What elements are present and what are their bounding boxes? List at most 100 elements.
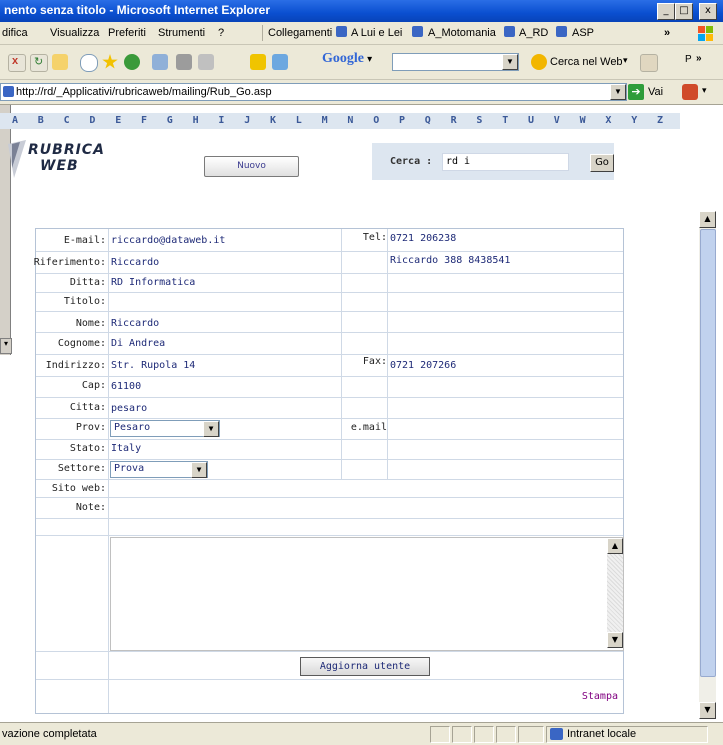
search-input[interactable]: rd i bbox=[442, 153, 569, 171]
links-label[interactable]: Collegamenti bbox=[268, 27, 332, 39]
google-toolbar-button[interactable]: Google ▾ bbox=[322, 51, 392, 71]
fax-value[interactable]: 0721 207266 bbox=[390, 360, 456, 371]
tel-value[interactable]: 0721 206238 bbox=[390, 233, 456, 244]
links-chevron-icon[interactable]: » bbox=[664, 27, 670, 39]
prov-select-value: Pesaro bbox=[114, 422, 151, 433]
riferimento-value[interactable]: Riccardo bbox=[111, 257, 159, 268]
scroll-down-icon[interactable]: ▼ bbox=[607, 632, 623, 648]
letter-link-r[interactable]: R bbox=[451, 115, 457, 126]
notes-textarea[interactable]: ▲ ▼ bbox=[110, 537, 624, 651]
letter-link-y[interactable]: Y bbox=[631, 115, 637, 126]
letter-link-j[interactable]: J bbox=[244, 115, 250, 126]
scroll-up-icon[interactable]: ▲ bbox=[699, 211, 716, 228]
link-a-lui-e-lei[interactable]: A Lui e Lei bbox=[351, 27, 402, 39]
page-scrollbar[interactable]: ▲ ▼ bbox=[699, 211, 716, 719]
sito-web-label: Sito web: bbox=[51, 483, 106, 494]
citta-value[interactable]: pesaro bbox=[111, 403, 147, 414]
letter-link-m[interactable]: M bbox=[322, 115, 328, 126]
extra-toolbar-label[interactable]: P bbox=[685, 54, 692, 65]
window-title-bar[interactable]: nento senza titolo - Microsoft Internet … bbox=[0, 0, 723, 22]
print-icon[interactable] bbox=[176, 54, 192, 70]
chevron-down-icon[interactable]: ▾ bbox=[702, 86, 707, 96]
chevron-down-icon[interactable]: ▼ bbox=[203, 421, 219, 437]
link-a-rd[interactable]: A_RD bbox=[519, 27, 548, 39]
menu-item-help[interactable]: ? bbox=[218, 27, 224, 39]
letter-link-c[interactable]: C bbox=[64, 115, 70, 126]
chevron-down-icon[interactable]: ▼ bbox=[191, 462, 207, 478]
chevron-down-icon[interactable]: ▼ bbox=[502, 54, 518, 70]
scroll-down-icon[interactable]: ▼ bbox=[699, 702, 716, 719]
history-icon[interactable] bbox=[124, 54, 140, 70]
scroll-down-icon[interactable]: ▾ bbox=[0, 338, 12, 354]
minimize-button[interactable]: _ bbox=[657, 3, 675, 20]
letter-link-e[interactable]: E bbox=[115, 115, 121, 126]
prov-select[interactable]: Pesaro ▼ bbox=[110, 420, 220, 437]
go-button[interactable]: Vai bbox=[648, 86, 663, 98]
notes-scrollbar[interactable]: ▲ ▼ bbox=[607, 538, 623, 648]
google-search-icon[interactable] bbox=[531, 54, 547, 70]
letter-link-p[interactable]: P bbox=[399, 115, 405, 126]
cerca-nel-web-button[interactable]: Cerca nel Web bbox=[550, 56, 623, 68]
letter-link-g[interactable]: G bbox=[167, 115, 173, 126]
toolbar-chevron-icon[interactable]: » bbox=[696, 53, 702, 64]
email-value[interactable]: riccardo@dataweb.it bbox=[111, 235, 225, 246]
scroll-up-icon[interactable]: ▲ bbox=[607, 538, 623, 554]
link-asp[interactable]: ASP bbox=[572, 27, 594, 39]
stop-icon[interactable]: x bbox=[8, 54, 26, 72]
letter-link-u[interactable]: U bbox=[528, 115, 534, 126]
letter-link-i[interactable]: I bbox=[218, 115, 224, 126]
tel2-value[interactable]: Riccardo 388 8438541 bbox=[390, 255, 510, 266]
options-icon[interactable] bbox=[640, 54, 658, 72]
menu-item-preferiti[interactable]: Preferiti bbox=[108, 27, 146, 39]
letter-link-w[interactable]: W bbox=[580, 115, 586, 126]
letter-link-x[interactable]: X bbox=[605, 115, 611, 126]
edit-icon[interactable] bbox=[198, 54, 214, 70]
letter-link-f[interactable]: F bbox=[141, 115, 147, 126]
chevron-down-icon[interactable]: ▾ bbox=[623, 55, 628, 66]
indirizzo-value[interactable]: Str. Rupola 14 bbox=[111, 360, 195, 371]
letter-link-l[interactable]: L bbox=[296, 115, 302, 126]
letter-link-b[interactable]: B bbox=[38, 115, 44, 126]
stato-value[interactable]: Italy bbox=[111, 443, 141, 454]
letter-link-t[interactable]: T bbox=[502, 115, 508, 126]
refresh-icon[interactable]: ↻ bbox=[30, 54, 48, 72]
search-icon[interactable] bbox=[80, 54, 98, 72]
update-user-button[interactable]: Aggiorna utente bbox=[300, 657, 430, 676]
google-search-input[interactable]: ▼ bbox=[392, 53, 519, 71]
cap-value[interactable]: 61100 bbox=[111, 381, 141, 392]
letter-link-k[interactable]: K bbox=[270, 115, 276, 126]
menu-item-visualizza[interactable]: Visualizza bbox=[50, 27, 99, 39]
letter-link-q[interactable]: Q bbox=[425, 115, 431, 126]
link-a-motomania[interactable]: A_Motomania bbox=[428, 27, 496, 39]
alphabet-nav: A B C D E F G H I J K L M N O P Q R S T U V W X Y Z bbox=[0, 113, 680, 129]
menu-item-modifica[interactable]: difica bbox=[2, 27, 28, 39]
messenger-icon[interactable] bbox=[250, 54, 266, 70]
maximize-button[interactable]: □ bbox=[675, 3, 693, 20]
letter-link-z[interactable]: Z bbox=[657, 115, 663, 126]
translate-icon[interactable] bbox=[682, 84, 698, 100]
chevron-down-icon[interactable]: ▼ bbox=[610, 84, 626, 100]
letter-link-v[interactable]: V bbox=[554, 115, 560, 126]
scrollbar-thumb[interactable] bbox=[700, 229, 716, 677]
new-contact-button[interactable]: Nuovo bbox=[204, 156, 299, 177]
letter-link-a[interactable]: A bbox=[12, 115, 18, 126]
settore-select[interactable]: Prova ▼ bbox=[110, 461, 208, 478]
print-link[interactable]: Stampa bbox=[582, 691, 618, 702]
letter-link-s[interactable]: S bbox=[476, 115, 482, 126]
address-input[interactable]: http://rd/_Applicativi/rubricaweb/mailin… bbox=[0, 83, 627, 101]
favorites-icon[interactable] bbox=[102, 54, 118, 69]
letter-link-o[interactable]: O bbox=[373, 115, 379, 126]
letter-link-n[interactable]: N bbox=[347, 115, 353, 126]
mail-icon[interactable] bbox=[152, 54, 168, 70]
go-arrow-icon[interactable]: ➔ bbox=[628, 84, 644, 100]
home-icon[interactable] bbox=[52, 54, 68, 70]
close-button[interactable]: x bbox=[699, 3, 717, 20]
letter-link-h[interactable]: H bbox=[193, 115, 199, 126]
cognome-value[interactable]: Di Andrea bbox=[111, 338, 165, 349]
menu-item-strumenti[interactable]: Strumenti bbox=[158, 27, 205, 39]
research-icon[interactable] bbox=[272, 54, 288, 70]
nome-value[interactable]: Riccardo bbox=[111, 318, 159, 329]
letter-link-d[interactable]: D bbox=[89, 115, 95, 126]
search-go-button[interactable]: Go bbox=[590, 154, 614, 172]
ditta-value[interactable]: RD Informatica bbox=[111, 277, 195, 288]
